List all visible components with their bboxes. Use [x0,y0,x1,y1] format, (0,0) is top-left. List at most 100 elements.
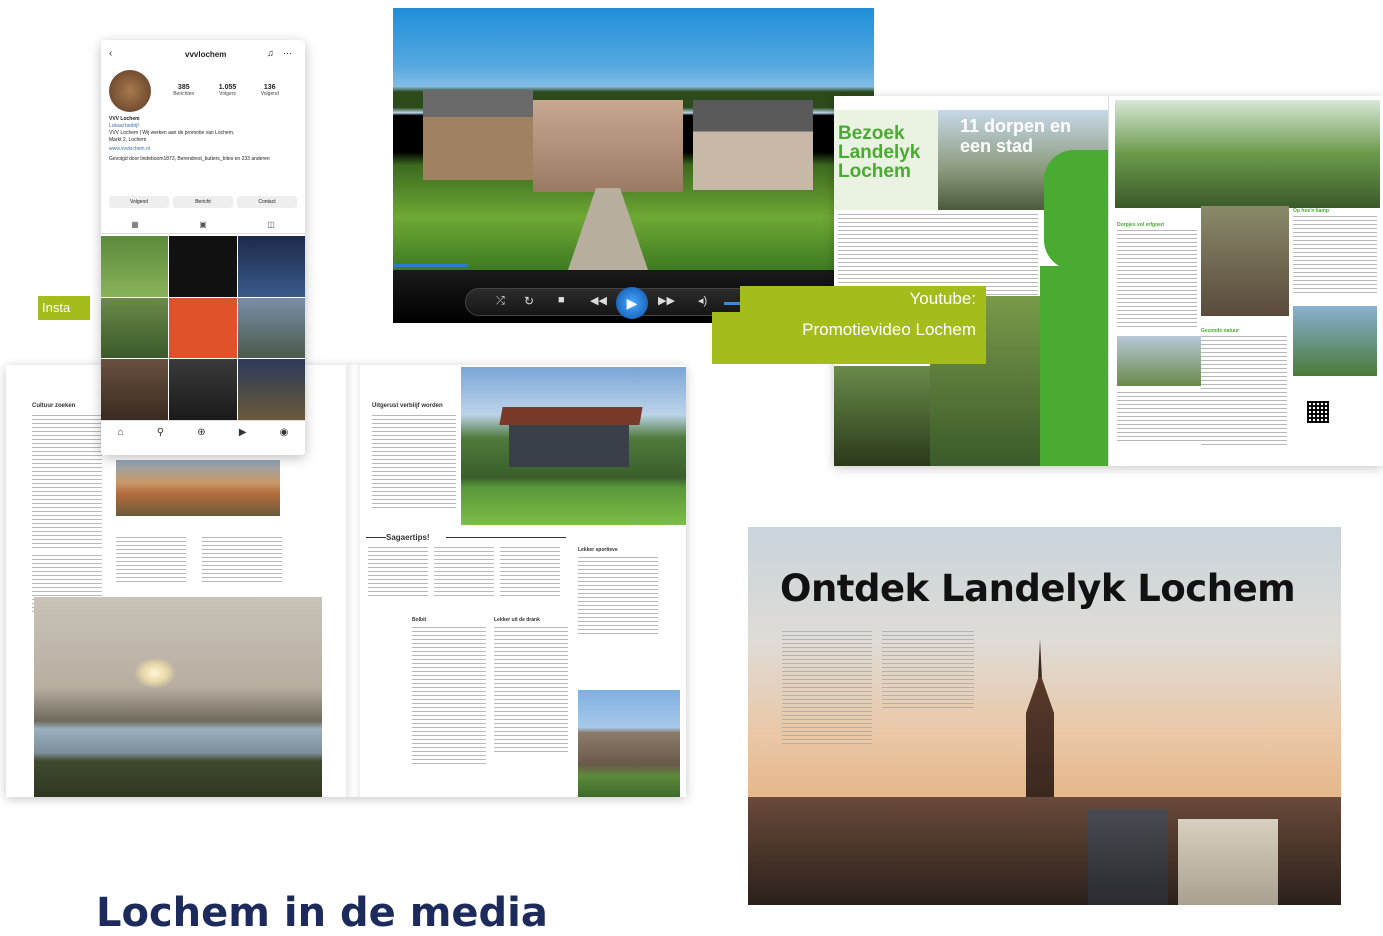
add-post-icon[interactable]: ⊕ [197,427,205,438]
profile-stats: 385 Berichten 1.055 Volgers 136 Volgend [161,84,291,97]
bio-address: Markt 2, Lochem [109,137,147,143]
building-light [1178,819,1278,905]
building-dark [1088,809,1168,905]
rewind-icon[interactable]: ◀◀ [590,294,607,307]
post-grid [101,236,305,420]
bio-name: VVV Lochem [109,116,140,122]
spread-right-heading: Uitgerust verblijf worden [372,403,443,409]
post-thumb[interactable] [237,359,305,420]
bio-link[interactable]: www.vvvlochem.nl [109,146,299,153]
qr-code[interactable] [1307,401,1329,423]
play-button[interactable]: ▶ [616,287,648,319]
spread-left-text-col3 [202,537,282,582]
profile-buttons: Volgend Bericht Contact [109,196,297,208]
stat-followers: 1.055 Volgers [219,84,237,97]
stat-following: 136 Volgend [261,84,279,97]
post-thumb[interactable] [169,359,237,420]
post-thumb[interactable] [169,297,237,359]
brochure-left-title: Bezoek Landelyk Lochem [838,123,921,182]
tips-rule-left [366,537,386,538]
stat-followers-value: 1.055 [218,84,237,91]
green-ribbon-shape [1044,150,1108,270]
shuffle-icon[interactable]: ⤮ [496,295,505,308]
section-head-2: Op hoe'n kamp [1293,208,1329,214]
post-thumb[interactable] [101,359,169,420]
spread-left-text-col2 [116,537,186,582]
cabin-wall [509,425,629,467]
monument-photo [1293,306,1377,376]
volume-icon[interactable]: ◂) [698,294,707,307]
spread-gutter [346,365,360,797]
brochure-left-page: Bezoek Landelyk Lochem 11 dorpen en een s… [834,96,1108,466]
profile-bio: VVV Lochem Lokaal bedrijf VVV Lochem | W… [109,116,299,163]
spread-left-text-col1 [32,415,102,550]
photo-river-sunset [34,597,322,797]
stop-icon[interactable]: ■ [558,294,565,306]
video-player: ⤮ ↻ ■ ◀◀ ▶ ▶▶ ◂) ⧉ [393,8,874,323]
stat-posts: 385 Berichten [173,84,194,97]
insta-label: Insta [38,296,90,320]
castle-building [533,100,683,192]
tagged-icon[interactable]: ◫ [267,220,275,233]
following-button[interactable]: Volgend [109,196,169,208]
forest-photo [834,366,930,466]
post-thumb[interactable] [169,236,237,297]
tips-heading: Sagaertips! [386,533,430,542]
section-text-4 [1117,392,1201,442]
followed-by-text: Gevolgd door lindeboom1873, Berendrest_b… [109,156,270,162]
grid-icon[interactable]: ▦ [131,220,139,233]
reels-tab-icon[interactable]: ▶ [239,427,247,438]
brochure-top-title: 11 dorpen en een stad [960,116,1071,156]
section-text-1 [1117,230,1197,330]
church-spire [1038,639,1042,679]
post-thumb[interactable] [101,236,169,297]
section-text-2 [1293,216,1377,296]
bio-category: Lokaal bedrijf [109,123,139,129]
barn-photo [1201,206,1289,316]
back-icon: ‹ [109,48,113,59]
cabin-roof [499,407,643,425]
stat-followers-label: Volgers [219,91,236,97]
post-thumb[interactable] [101,297,169,359]
youtube-label-line1: Youtube: [740,286,986,312]
video-progress-fill[interactable] [393,264,468,267]
spread-right-text-col2 [494,627,568,752]
profile-tab-icon[interactable]: ◉ [280,427,289,438]
barn-left [423,90,533,180]
section-head-1: Dorpjes vol erfgoed [1117,222,1164,228]
instagram-handle: vvvlochem [185,50,227,59]
brochure-spread: Bezoek Landelyk Lochem 11 dorpen en een s… [834,96,1383,466]
reels-icon[interactable]: ▣ [199,220,207,233]
section-text-5 [1201,396,1287,446]
youtube-label-line2: Promotievideo Lochem [712,312,986,364]
photo-villa [578,690,680,797]
message-button[interactable]: Bericht [173,196,233,208]
poster-text-col2 [882,631,974,711]
more-icon: ⋯ [283,48,292,58]
brochure-top-title-line2: een stad [960,136,1034,156]
spread-right-text-col3 [578,557,658,637]
spread-right-intro-text [372,415,456,510]
search-icon[interactable]: ⚲ [157,427,164,438]
green-info-panel [1040,266,1108,466]
fast-forward-icon[interactable]: ▶▶ [658,294,675,307]
tips-col1 [368,547,428,597]
section-title: Lochem in de media [96,890,548,936]
stat-posts-label: Berichten [173,91,195,97]
spread-right-text-col1 [412,627,486,767]
stat-following-label: Volgend [260,91,279,97]
profile-tabs: ▦ ▣ ◫ [101,220,305,234]
photo-cabin [461,367,686,525]
home-icon[interactable]: ⌂ [118,427,124,438]
post-thumb[interactable] [237,236,305,297]
contact-button[interactable]: Contact [237,196,297,208]
church-tower [1026,677,1054,797]
brochure-top-title-line1: 11 dorpen en [960,116,1072,136]
farmhouse-photo [1115,100,1380,208]
barn-right [693,100,813,190]
post-thumb[interactable] [237,297,305,359]
repeat-icon[interactable]: ↻ [524,294,534,308]
col-head-1: Bolbit [412,617,427,623]
video-frame-castle[interactable] [393,8,874,270]
avatar [109,70,151,112]
